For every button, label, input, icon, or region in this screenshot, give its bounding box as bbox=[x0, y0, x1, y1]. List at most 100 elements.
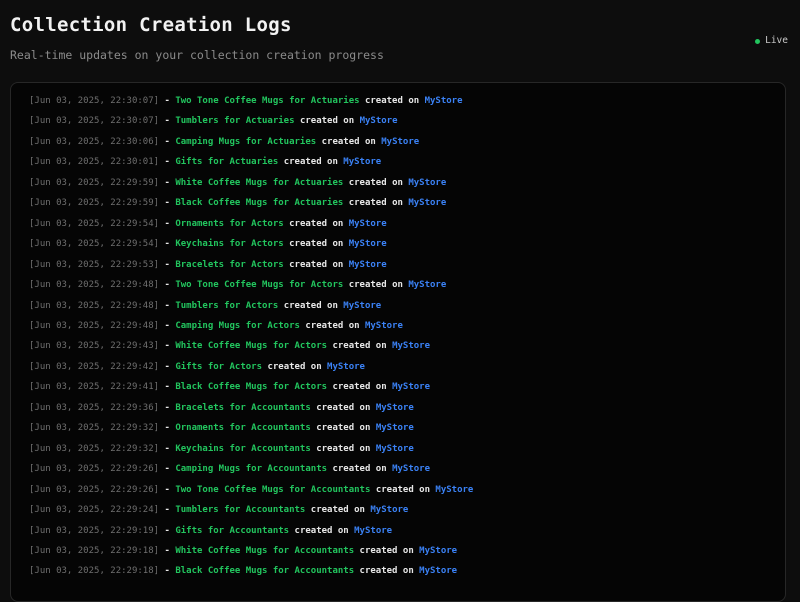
collection-name: Black Coffee Mugs for Actuaries bbox=[175, 198, 344, 209]
log-timestamp: [Jun 03, 2025, 22:29:26] bbox=[29, 484, 160, 495]
log-separator: - bbox=[164, 116, 170, 127]
log-separator: - bbox=[164, 464, 170, 475]
page-header: Collection Creation Logs Real-time updat… bbox=[10, 0, 788, 82]
store-link[interactable]: MyStore bbox=[435, 485, 473, 495]
log-entry: [Jun 03, 2025, 22:30:07] - Tumblers for … bbox=[29, 111, 767, 131]
collection-name: Bracelets for Accountants bbox=[175, 402, 311, 413]
store-link[interactable]: MyStore bbox=[376, 444, 414, 454]
store-link[interactable]: MyStore bbox=[419, 546, 457, 556]
store-link[interactable]: MyStore bbox=[343, 157, 381, 167]
created-on-text: created on bbox=[267, 361, 322, 372]
log-entry: [Jun 03, 2025, 22:30:07] - Two Tone Coff… bbox=[29, 91, 767, 111]
created-on-text: created on bbox=[316, 423, 371, 434]
log-timestamp: [Jun 03, 2025, 22:29:48] bbox=[29, 320, 160, 331]
created-on-text: created on bbox=[305, 320, 360, 331]
log-separator: - bbox=[164, 136, 170, 147]
store-link[interactable]: MyStore bbox=[360, 116, 398, 126]
created-on-text: created on bbox=[332, 464, 387, 475]
log-entry: [Jun 03, 2025, 22:29:54] - Ornaments for… bbox=[29, 214, 767, 234]
log-timestamp: [Jun 03, 2025, 22:29:32] bbox=[29, 443, 160, 454]
collection-name: Tumblers for Accountants bbox=[175, 505, 306, 516]
collection-name: Bracelets for Actors bbox=[175, 259, 284, 270]
store-link[interactable]: MyStore bbox=[419, 566, 457, 576]
log-separator: - bbox=[164, 423, 170, 434]
log-entry: [Jun 03, 2025, 22:29:19] - Gifts for Acc… bbox=[29, 521, 767, 541]
log-entry: [Jun 03, 2025, 22:29:36] - Bracelets for… bbox=[29, 398, 767, 418]
store-link[interactable]: MyStore bbox=[343, 301, 381, 311]
log-entry: [Jun 03, 2025, 22:29:59] - White Coffee … bbox=[29, 173, 767, 193]
collection-name: Keychains for Accountants bbox=[175, 443, 311, 454]
store-link[interactable]: MyStore bbox=[392, 464, 430, 474]
log-separator: - bbox=[164, 341, 170, 352]
log-separator: - bbox=[164, 484, 170, 495]
created-on-text: created on bbox=[316, 402, 371, 413]
log-separator: - bbox=[164, 566, 170, 577]
store-link[interactable]: MyStore bbox=[349, 239, 387, 249]
log-separator: - bbox=[164, 177, 170, 188]
store-link[interactable]: MyStore bbox=[376, 423, 414, 433]
log-timestamp: [Jun 03, 2025, 22:29:43] bbox=[29, 341, 160, 352]
log-separator: - bbox=[164, 300, 170, 311]
log-timestamp: [Jun 03, 2025, 22:29:53] bbox=[29, 259, 160, 270]
store-link[interactable]: MyStore bbox=[392, 341, 430, 351]
created-on-text: created on bbox=[332, 382, 387, 393]
log-entry: [Jun 03, 2025, 22:29:24] - Tumblers for … bbox=[29, 500, 767, 520]
created-on-text: created on bbox=[348, 177, 403, 188]
created-on-text: created on bbox=[332, 341, 387, 352]
store-link[interactable]: MyStore bbox=[408, 198, 446, 208]
store-link[interactable]: MyStore bbox=[365, 321, 403, 331]
store-link[interactable]: MyStore bbox=[381, 137, 419, 147]
collection-name: Camping Mugs for Accountants bbox=[175, 464, 328, 475]
store-link[interactable]: MyStore bbox=[408, 178, 446, 188]
store-link[interactable]: MyStore bbox=[392, 382, 430, 392]
log-entry: [Jun 03, 2025, 22:29:32] - Keychains for… bbox=[29, 439, 767, 459]
log-timestamp: [Jun 03, 2025, 22:29:19] bbox=[29, 525, 160, 536]
collection-name: Ornaments for Accountants bbox=[175, 423, 311, 434]
log-timestamp: [Jun 03, 2025, 22:29:48] bbox=[29, 300, 160, 311]
store-link[interactable]: MyStore bbox=[408, 280, 446, 290]
log-timestamp: [Jun 03, 2025, 22:29:54] bbox=[29, 239, 160, 250]
log-entry: [Jun 03, 2025, 22:29:53] - Bracelets for… bbox=[29, 255, 767, 275]
collection-name: Camping Mugs for Actuaries bbox=[175, 136, 317, 147]
store-link[interactable]: MyStore bbox=[327, 362, 365, 372]
log-timestamp: [Jun 03, 2025, 22:29:59] bbox=[29, 177, 160, 188]
created-on-text: created on bbox=[359, 545, 414, 556]
collection-name: Gifts for Actors bbox=[175, 361, 263, 372]
store-link[interactable]: MyStore bbox=[370, 505, 408, 515]
log-entry: [Jun 03, 2025, 22:29:42] - Gifts for Act… bbox=[29, 357, 767, 377]
log-separator: - bbox=[164, 525, 170, 536]
log-separator: - bbox=[164, 280, 170, 291]
log-timestamp: [Jun 03, 2025, 22:29:24] bbox=[29, 505, 160, 516]
collection-name: Two Tone Coffee Mugs for Accountants bbox=[175, 484, 371, 495]
page-subtitle: Real-time updates on your collection cre… bbox=[10, 48, 384, 62]
store-link[interactable]: MyStore bbox=[349, 219, 387, 229]
created-on-text: created on bbox=[283, 300, 338, 311]
log-panel[interactable]: [Jun 03, 2025, 22:30:07] - Two Tone Coff… bbox=[10, 82, 786, 602]
log-entry: [Jun 03, 2025, 22:29:48] - Tumblers for … bbox=[29, 296, 767, 316]
collection-name: Camping Mugs for Actors bbox=[175, 320, 300, 331]
log-separator: - bbox=[164, 157, 170, 168]
collection-name: Black Coffee Mugs for Accountants bbox=[175, 566, 355, 577]
log-timestamp: [Jun 03, 2025, 22:29:41] bbox=[29, 382, 160, 393]
collection-name: Gifts for Actuaries bbox=[175, 157, 279, 168]
log-separator: - bbox=[164, 545, 170, 556]
log-entry: [Jun 03, 2025, 22:29:26] - Two Tone Coff… bbox=[29, 480, 767, 500]
store-link[interactable]: MyStore bbox=[349, 260, 387, 270]
created-on-text: created on bbox=[364, 96, 420, 106]
log-timestamp: [Jun 03, 2025, 22:29:54] bbox=[29, 218, 160, 229]
collection-name: Tumblers for Actuaries bbox=[175, 116, 295, 127]
log-timestamp: [Jun 03, 2025, 22:29:42] bbox=[29, 361, 160, 372]
log-separator: - bbox=[164, 505, 170, 516]
log-entry: [Jun 03, 2025, 22:29:54] - Keychains for… bbox=[29, 234, 767, 254]
log-entry: [Jun 03, 2025, 22:29:43] - White Coffee … bbox=[29, 336, 767, 356]
created-on-text: created on bbox=[294, 525, 349, 536]
created-on-text: created on bbox=[289, 218, 344, 229]
collection-name: Ornaments for Actors bbox=[175, 218, 284, 229]
collection-name: Two Tone Coffee Mugs for Actors bbox=[175, 280, 344, 291]
log-separator: - bbox=[164, 218, 170, 229]
log-separator: - bbox=[164, 382, 170, 393]
store-link[interactable]: MyStore bbox=[376, 403, 414, 413]
created-on-text: created on bbox=[348, 198, 403, 209]
store-link[interactable]: MyStore bbox=[354, 526, 392, 536]
store-link[interactable]: MyStore bbox=[425, 96, 463, 106]
